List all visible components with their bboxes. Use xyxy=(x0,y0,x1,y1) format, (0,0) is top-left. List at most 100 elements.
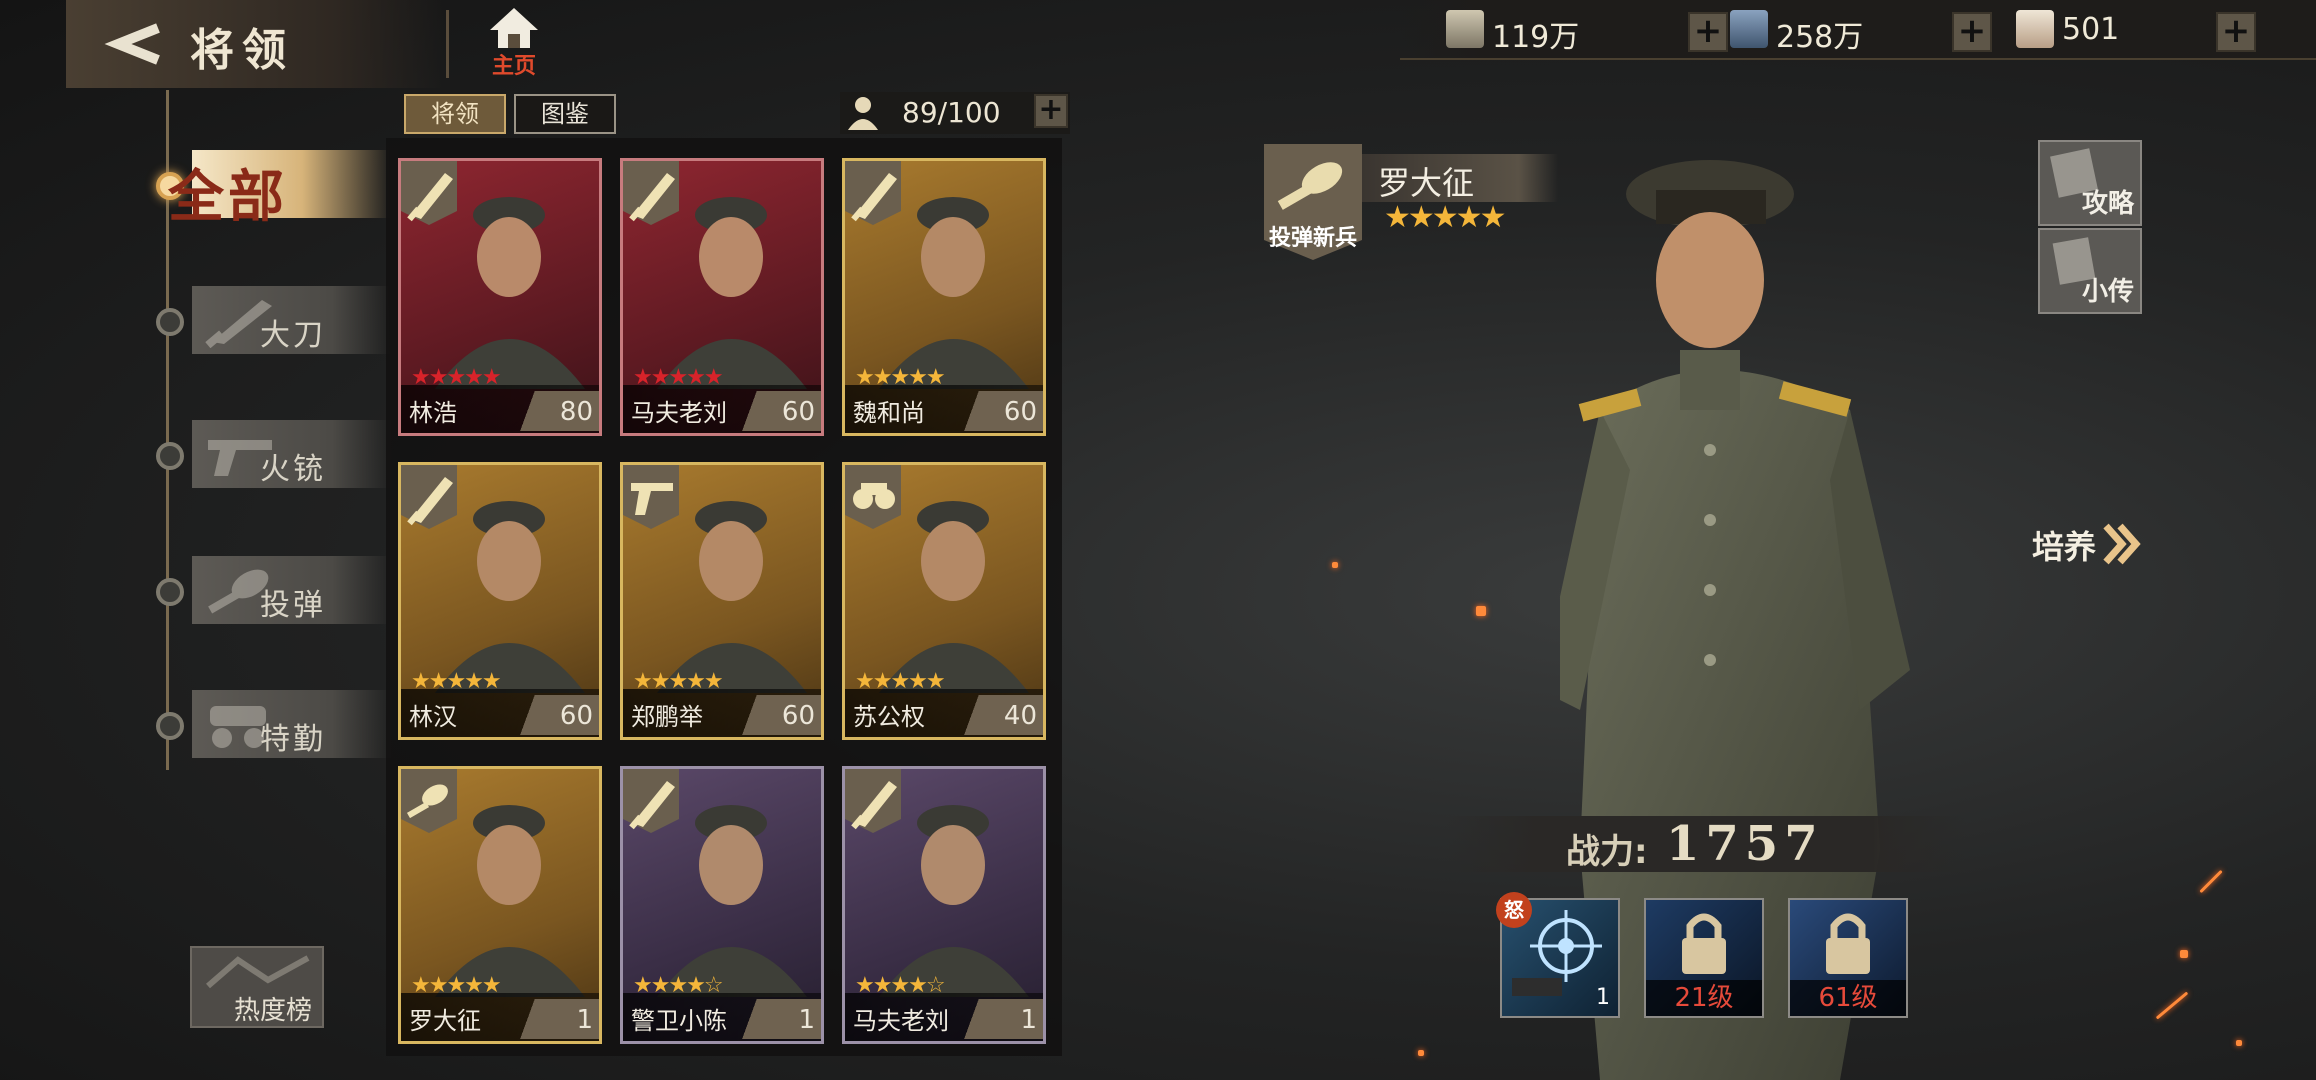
general-card[interactable]: ★★★★★ 马夫老刘 60 xyxy=(620,158,824,436)
filter-all[interactable]: 全部 xyxy=(150,150,392,230)
ticket-icon xyxy=(2016,10,2054,48)
filter-label: 全部 xyxy=(168,165,288,230)
general-card[interactable]: ★★★★★ 郑鹏举 60 xyxy=(620,462,824,740)
add-silver-button[interactable]: + xyxy=(1688,12,1728,52)
hero-name: 罗大征 xyxy=(1378,164,1475,202)
lock-icon xyxy=(1826,913,1870,974)
roster-capacity: 89/100 + xyxy=(840,92,1070,134)
hero-name-plate: 罗大征 xyxy=(1362,154,1558,202)
general-namebar: 林浩 80 xyxy=(401,385,599,433)
resource-books: 258万 + xyxy=(1730,6,1992,55)
general-card[interactable]: ★★★★★ 罗大征 1 xyxy=(398,766,602,1044)
double-chevron-right-icon xyxy=(2103,523,2141,565)
back-button[interactable] xyxy=(96,16,166,72)
general-namebar: 马夫老刘 60 xyxy=(623,385,821,433)
general-portrait xyxy=(657,197,807,389)
general-name: 郑鹏举 xyxy=(631,703,703,731)
add-tickets-button[interactable]: + xyxy=(2216,12,2256,52)
ember-particle xyxy=(1332,562,1338,568)
ember-particle xyxy=(2236,1040,2242,1046)
radio-dot xyxy=(156,442,184,470)
ember-particle xyxy=(2155,991,2189,1020)
skill-level: 1 xyxy=(1596,985,1610,1010)
general-level: 80 xyxy=(559,397,593,427)
biography-label: 小传 xyxy=(2081,277,2134,307)
skill-unlock-level: 21级 xyxy=(1646,980,1762,1016)
general-portrait xyxy=(879,197,1029,389)
general-level: 1 xyxy=(1020,1005,1037,1035)
combat-power-bar: 战力: 1757 xyxy=(1446,816,1966,872)
train-label: 培养 xyxy=(2032,528,2097,566)
tab-generals[interactable]: 将领 xyxy=(404,94,506,134)
book-icon xyxy=(1730,10,1768,48)
resource-silver: 119万 + xyxy=(1446,6,1728,55)
guide-label: 攻略 xyxy=(2081,189,2134,219)
skill-unlock-level: 61级 xyxy=(1790,980,1906,1016)
general-portrait xyxy=(879,501,1029,693)
heat-ranking-label: 热度榜 xyxy=(234,996,313,1026)
home-label: 主页 xyxy=(491,54,536,79)
general-card[interactable]: ★★★★☆ 马夫老刘 1 xyxy=(842,766,1046,1044)
filter-label: 火铳 xyxy=(260,452,326,487)
ember-particle xyxy=(1418,1050,1424,1056)
filter-pistol[interactable]: 火铳 xyxy=(150,420,392,490)
biography-button[interactable]: 小传 xyxy=(2038,228,2142,314)
radio-dot xyxy=(156,578,184,606)
resource-value: 258万 xyxy=(1776,20,1864,55)
expand-capacity-button[interactable]: + xyxy=(1034,94,1068,128)
general-name: 警卫小陈 xyxy=(631,1007,727,1035)
divider xyxy=(446,10,449,78)
general-namebar: 郑鹏举 60 xyxy=(623,689,821,737)
general-card[interactable]: ★★★★★ 苏公权 40 xyxy=(842,462,1046,740)
filter-grenade[interactable]: 投弹 xyxy=(150,556,392,626)
house-icon xyxy=(490,8,538,48)
filter-special-ops[interactable]: 特勤 xyxy=(150,690,392,760)
silver-coins-icon xyxy=(1446,10,1484,48)
general-namebar: 苏公权 40 xyxy=(845,689,1043,737)
general-portrait xyxy=(657,501,807,693)
add-books-button[interactable]: + xyxy=(1952,12,1992,52)
combat-power-label: 战力: xyxy=(1566,832,1648,872)
general-name: 林汉 xyxy=(409,703,457,731)
general-card[interactable]: ★★★★☆ 警卫小陈 1 xyxy=(620,766,824,1044)
filter-label: 特勤 xyxy=(260,722,326,757)
resource-tickets: 501 + xyxy=(2016,6,2256,52)
ember-particle xyxy=(1476,606,1486,616)
general-namebar: 魏和尚 60 xyxy=(845,385,1043,433)
skill-slot-3[interactable]: 61级 xyxy=(1788,898,1908,1018)
general-namebar: 林汉 60 xyxy=(401,689,599,737)
general-level: 60 xyxy=(781,397,815,427)
general-name: 苏公权 xyxy=(853,703,925,731)
general-name: 罗大征 xyxy=(409,1007,481,1035)
rage-badge: 怒 xyxy=(1496,892,1532,928)
general-portrait xyxy=(435,197,585,389)
general-portrait xyxy=(1560,160,1910,1080)
general-namebar: 警卫小陈 1 xyxy=(623,993,821,1041)
general-level: 60 xyxy=(559,701,593,731)
guide-button[interactable]: 攻略 xyxy=(2038,140,2142,226)
general-card[interactable]: ★★★★★ 林汉 60 xyxy=(398,462,602,740)
general-namebar: 罗大征 1 xyxy=(401,993,599,1041)
general-card[interactable]: ★★★★★ 魏和尚 60 xyxy=(842,158,1046,436)
general-level: 40 xyxy=(1003,701,1037,731)
general-level: 60 xyxy=(1003,397,1037,427)
filter-broadsword[interactable]: 大刀 xyxy=(150,286,392,356)
general-name: 马夫老刘 xyxy=(853,1007,949,1035)
home-button[interactable]: 主页 xyxy=(484,4,544,79)
page-title: 将领 xyxy=(190,25,294,76)
filter-label: 投弹 xyxy=(260,588,326,623)
skill-slot-2[interactable]: 21级 xyxy=(1644,898,1764,1018)
hero-class-badge: 投弹新兵 xyxy=(1264,144,1362,260)
general-namebar: 马夫老刘 1 xyxy=(845,993,1043,1041)
general-name: 马夫老刘 xyxy=(631,399,727,427)
general-card[interactable]: ★★★★★ 林浩 80 xyxy=(398,158,602,436)
general-level: 1 xyxy=(576,1005,593,1035)
resource-value: 119万 xyxy=(1492,20,1580,55)
filter-label: 大刀 xyxy=(260,318,326,353)
train-button[interactable]: 培养 xyxy=(1960,516,2160,572)
person-icon xyxy=(848,97,878,130)
heat-ranking-button[interactable]: 热度榜 xyxy=(190,946,324,1028)
tab-codex[interactable]: 图鉴 xyxy=(514,94,616,134)
ranking-icon xyxy=(206,955,310,989)
resource-value: 501 xyxy=(2062,12,2120,47)
